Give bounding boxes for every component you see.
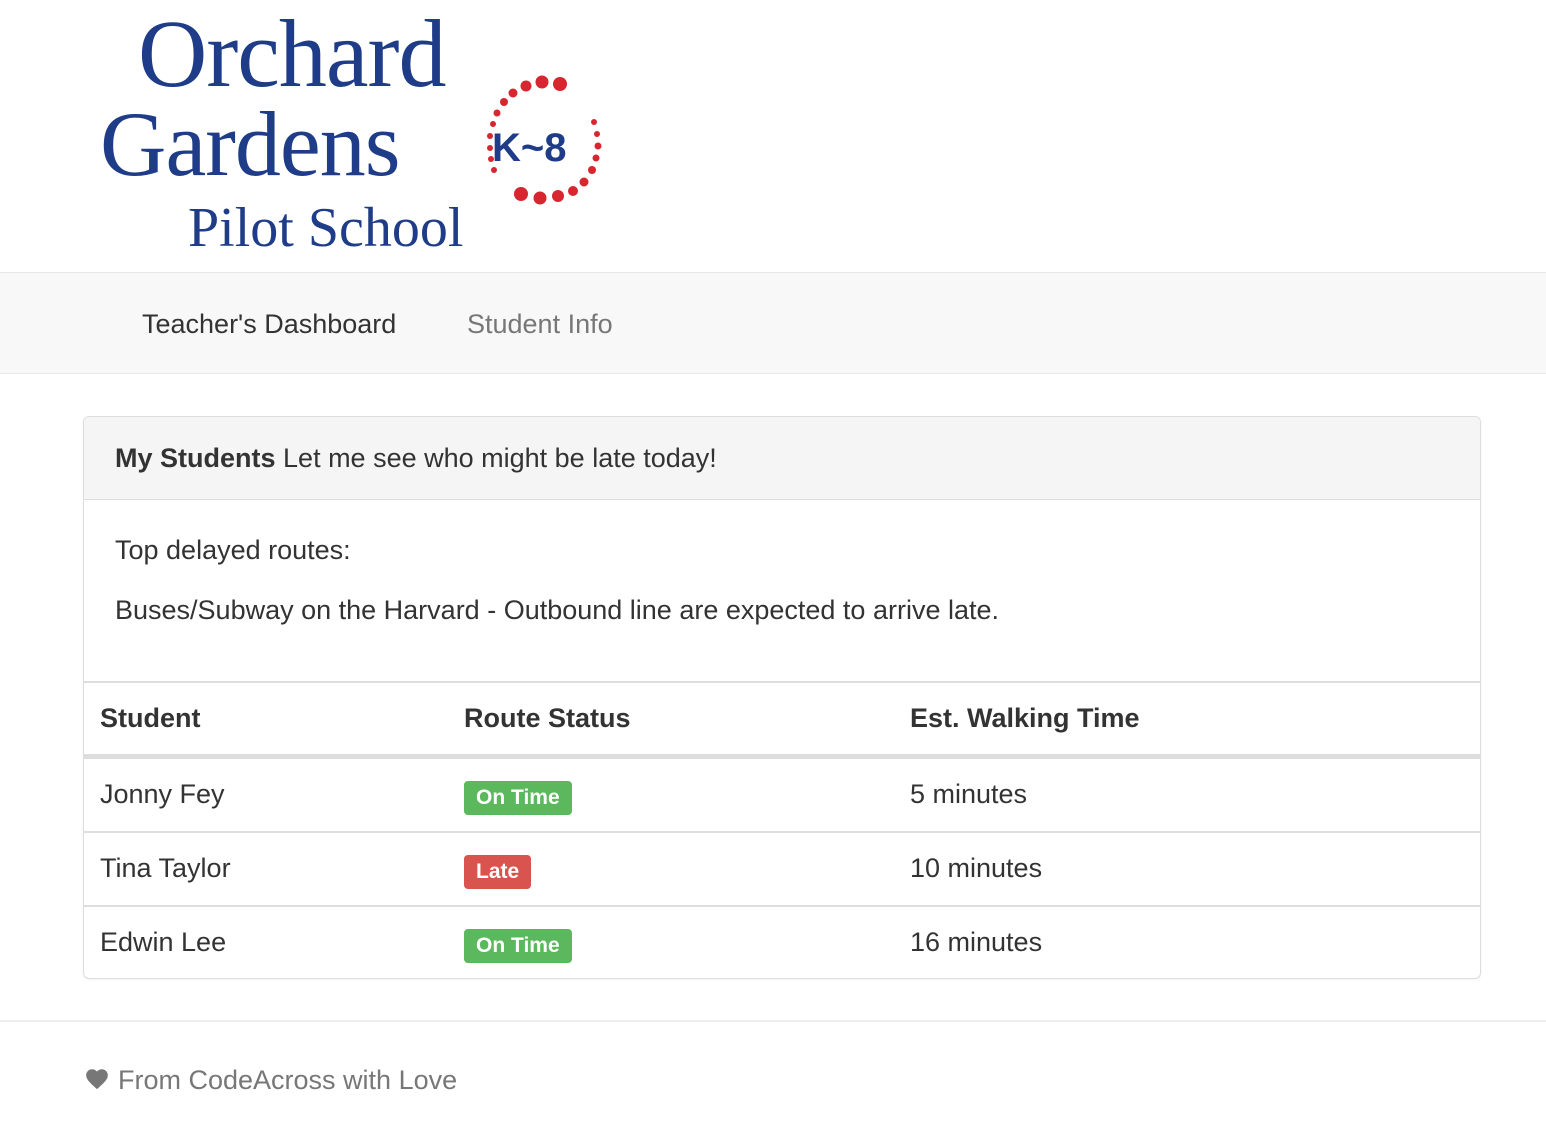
walking-time: 16 minutes: [910, 927, 1043, 957]
walking-time: 10 minutes: [910, 853, 1043, 883]
school-logo: Orchard Gardens Pilot School K~8: [100, 0, 620, 265]
header-student[interactable]: Student: [100, 703, 201, 733]
student-name: Jonny Fey: [100, 779, 225, 809]
logo-grades: K~8: [492, 126, 567, 170]
walking-time: 5 minutes: [910, 779, 1028, 809]
panel-title-bold: My Students: [115, 443, 276, 473]
panel-title-subtitle: Let me see who might be late today!: [283, 443, 717, 473]
table-row: Tina Taylor Late 10 minutes: [84, 831, 1480, 905]
navbar: Teacher's Dashboard Student Info: [0, 272, 1546, 374]
student-name: Tina Taylor: [100, 853, 231, 883]
table-header-row: Student Route Status Est. Walking Time: [84, 681, 1480, 757]
status-badge: Late: [464, 855, 532, 889]
footer-text: From CodeAcross with Love: [118, 1065, 458, 1095]
table-row: Jonny Fey On Time 5 minutes: [84, 757, 1480, 831]
student-name: Edwin Lee: [100, 927, 227, 957]
my-students-panel: My Students Let me see who might be late…: [83, 416, 1481, 979]
footer-divider: [0, 1020, 1546, 1022]
nav-student-info[interactable]: Student Info: [467, 309, 613, 339]
heart-icon: [86, 1069, 108, 1090]
status-badge: On Time: [464, 781, 572, 815]
panel-title: My Students Let me see who might be late…: [115, 443, 717, 473]
table-row: Edwin Lee On Time 16 minutes: [84, 905, 1480, 978]
header-walking-time[interactable]: Est. Walking Time: [910, 703, 1140, 733]
nav-teachers-dashboard[interactable]: Teacher's Dashboard: [142, 309, 396, 339]
logo-line-gardens: Gardens: [100, 93, 401, 195]
panel-heading: My Students Let me see who might be late…: [84, 417, 1480, 500]
delayed-routes-label: Top delayed routes:: [115, 535, 351, 565]
logo-line-orchard: Orchard: [138, 0, 446, 107]
delayed-routes-message: Buses/Subway on the Harvard - Outbound l…: [115, 595, 999, 625]
status-badge: On Time: [464, 929, 572, 963]
logo-line-pilot-school: Pilot School: [188, 197, 464, 259]
header-route-status[interactable]: Route Status: [464, 703, 631, 733]
